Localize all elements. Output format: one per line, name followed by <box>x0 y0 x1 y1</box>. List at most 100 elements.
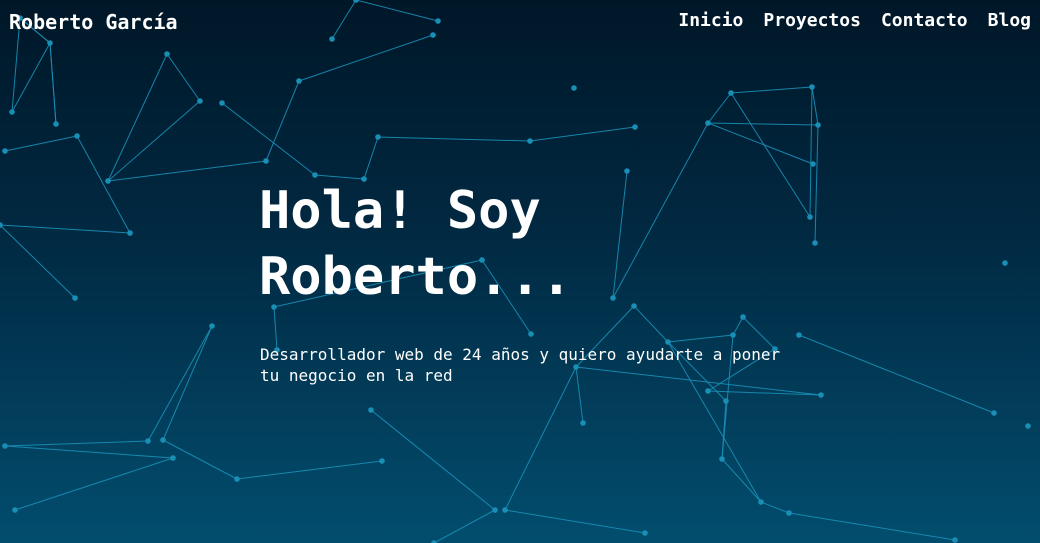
network-node <box>379 458 385 464</box>
network-node <box>2 148 8 154</box>
network-node <box>145 438 151 444</box>
network-link <box>377 136 531 142</box>
network-link <box>721 458 762 503</box>
network-link <box>370 409 496 511</box>
nav-item-proyectos[interactable]: Proyectos <box>763 10 861 31</box>
nav-item-blog[interactable]: Blog <box>988 10 1031 31</box>
network-node <box>296 78 302 84</box>
network-link <box>4 445 174 459</box>
network-link <box>707 122 819 126</box>
network-link <box>811 86 819 126</box>
network-node <box>502 507 508 513</box>
network-node <box>2 443 8 449</box>
network-node <box>127 230 133 236</box>
network-link <box>236 460 383 480</box>
network-node <box>263 158 269 164</box>
network-node <box>329 36 335 42</box>
network-link <box>529 126 636 142</box>
network-link <box>730 86 813 94</box>
network-link <box>707 92 732 124</box>
network-link <box>162 325 213 441</box>
network-link <box>166 53 201 102</box>
network-node <box>164 51 170 57</box>
network-node <box>72 295 78 301</box>
network-link <box>4 440 149 447</box>
network-node <box>812 240 818 246</box>
nav-item-contacto[interactable]: Contacto <box>881 10 968 31</box>
network-node <box>815 122 821 128</box>
network-link <box>633 305 669 343</box>
network-link <box>730 92 811 218</box>
network-link <box>49 42 57 125</box>
network-node <box>368 407 374 413</box>
network-node <box>219 100 225 106</box>
hero-title: Hola! Soy Roberto... <box>259 181 573 307</box>
network-link <box>221 102 316 176</box>
network-node <box>624 168 630 174</box>
network-link <box>788 512 956 541</box>
network-node <box>810 161 816 167</box>
network-link <box>0 224 131 234</box>
network-node <box>209 323 215 329</box>
network-link <box>667 334 734 343</box>
network-node <box>47 40 53 46</box>
network-link <box>14 457 174 511</box>
network-link <box>355 0 439 22</box>
network-node <box>642 530 648 536</box>
network-link <box>809 86 813 218</box>
network-link <box>707 122 814 165</box>
network-node <box>435 18 441 24</box>
network-link <box>721 400 727 460</box>
network-link <box>433 509 496 543</box>
network-link <box>0 224 76 299</box>
network-node <box>807 214 813 220</box>
network-node <box>197 98 203 104</box>
network-node <box>430 32 436 38</box>
network-node <box>74 133 80 139</box>
network-node <box>730 332 736 338</box>
network-link <box>298 34 434 82</box>
main-nav: Inicio Proyectos Contacto Blog <box>678 10 1031 31</box>
network-node <box>53 121 59 127</box>
network-link <box>798 334 995 414</box>
network-node <box>571 85 577 91</box>
network-link <box>732 316 744 336</box>
network-link <box>4 135 78 152</box>
network-node <box>796 332 802 338</box>
network-node <box>786 510 792 516</box>
network-link <box>504 366 577 511</box>
network-node <box>952 537 958 543</box>
hero-subtitle: Desarrollador web de 24 años y quiero ay… <box>260 345 781 385</box>
network-node <box>705 120 711 126</box>
network-link <box>265 80 300 162</box>
network-link <box>147 325 213 442</box>
network-link <box>107 100 201 182</box>
network-link <box>363 136 379 180</box>
network-node <box>160 437 166 443</box>
network-node <box>492 507 498 513</box>
network-node <box>758 499 764 505</box>
network-node <box>809 84 815 90</box>
network-node <box>719 456 725 462</box>
network-node <box>632 124 638 130</box>
network-node <box>105 178 111 184</box>
brand-name[interactable]: Roberto García <box>9 10 178 34</box>
network-node <box>740 314 746 320</box>
network-link <box>814 124 819 244</box>
network-node <box>1025 423 1031 429</box>
network-link <box>107 53 168 182</box>
network-link <box>11 42 51 113</box>
network-node <box>528 331 534 337</box>
network-node <box>991 410 997 416</box>
network-link <box>760 501 790 514</box>
network-link <box>107 160 267 182</box>
network-link <box>504 509 646 534</box>
network-node <box>580 420 586 426</box>
network-node <box>728 90 734 96</box>
network-node <box>818 392 824 398</box>
network-node <box>170 455 176 461</box>
network-node <box>527 138 533 144</box>
network-node <box>9 109 15 115</box>
nav-item-inicio[interactable]: Inicio <box>678 10 743 31</box>
network-node <box>234 476 240 482</box>
